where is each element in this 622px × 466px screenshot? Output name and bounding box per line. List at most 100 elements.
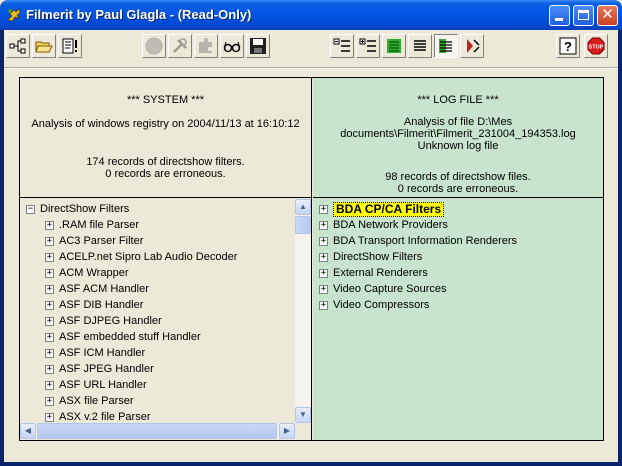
mixed-list-button[interactable] [434,34,458,58]
tree-node[interactable]: + ASF DJPEG Handler [20,313,311,329]
stop-button[interactable]: STOP [584,34,608,58]
black-list-icon [414,40,426,51]
green-black-list-icon [439,39,452,53]
expand-node-icon[interactable]: + [45,237,54,246]
tree-node[interactable]: + .RAM file Parser [20,217,311,233]
arrow-left-icon: ◀ [24,426,32,435]
record-button[interactable] [142,34,166,58]
expand-node-icon[interactable]: + [319,269,328,278]
arrow-right-icon: ▶ [283,426,291,435]
expand-node-icon[interactable]: + [45,269,54,278]
tree-node[interactable]: + BDA CP/CA Filters [313,201,603,217]
panes-container: *** SYSTEM *** Analysis of windows regis… [19,77,604,441]
system-vertical-scrollbar[interactable]: ▲ ▼ [295,199,311,423]
expand-all-button[interactable] [356,34,380,58]
log-records: 98 records of directshow files. [385,171,531,183]
expand-node-icon[interactable]: + [319,205,328,214]
tree-node-label: ASX file Parser [59,395,134,407]
help-button[interactable]: ? [556,34,580,58]
expand-node-icon[interactable]: + [45,317,54,326]
circle-disabled-icon [145,37,163,55]
help-icon: ? [559,37,577,55]
tree-node[interactable]: + ACELP.net Sipro Lab Audio Decoder [20,249,311,265]
arrow-up-icon: ▲ [299,202,307,211]
expand-node-icon[interactable]: + [45,221,54,230]
tree-node[interactable]: + ASX file Parser [20,393,311,409]
plugin-button[interactable] [194,34,218,58]
tree-node-label: External Renderers [333,267,428,279]
tree-node[interactable]: + ASF embedded stuff Handler [20,329,311,345]
tree-node[interactable]: + Video Compressors [313,297,603,313]
save-button[interactable] [246,34,270,58]
tree-node-label: BDA CP/CA Filters [333,202,445,217]
scroll-up-button[interactable]: ▲ [295,199,311,215]
filmerit-app-icon [7,8,21,22]
expand-node-icon[interactable]: + [45,301,54,310]
scroll-right-button[interactable]: ▶ [279,423,295,439]
stop-label: STOP [589,45,604,51]
title-bar[interactable]: Filmerit by Paul Glagla - (Read-Only) ✕ [0,0,622,30]
tree-node-label: ACELP.net Sipro Lab Audio Decoder [59,251,238,263]
system-info: *** SYSTEM *** Analysis of windows regis… [20,78,311,198]
tree-node[interactable]: + ASF JPEG Handler [20,361,311,377]
expand-node-icon[interactable]: + [45,397,54,406]
expand-node-icon[interactable]: + [319,285,328,294]
collapse-node-icon[interactable]: − [26,205,35,214]
floppy-save-icon [250,38,266,54]
tree-node-label: ASF DJPEG Handler [59,315,162,327]
window-title: Filmerit by Paul Glagla - (Read-Only) [26,7,252,22]
tree-node[interactable]: + AC3 Parser Filter [20,233,311,249]
tree-node[interactable]: + ASF ICM Handler [20,345,311,361]
log-info: *** LOG FILE *** Analysis of file D:\Mes… [313,78,603,198]
scroll-left-button[interactable]: ◀ [20,423,36,439]
expand-node-icon[interactable]: + [319,253,328,262]
expand-node-icon[interactable]: + [45,365,54,374]
black-list-button[interactable] [408,34,432,58]
scroll-thumb[interactable] [295,216,311,234]
tree-node-label: ASF ICM Handler [59,347,146,359]
view-button[interactable] [220,34,244,58]
tools-icon [173,38,187,53]
expand-node-icon[interactable]: + [319,301,328,310]
minimize-button[interactable] [549,5,570,26]
scrollbar-corner [295,423,311,439]
tree-node[interactable]: + ASF DIB Handler [20,297,311,313]
expand-node-icon[interactable]: + [45,285,54,294]
expand-node-icon[interactable]: + [45,333,54,342]
log-pane: *** LOG FILE *** Analysis of file D:\Mes… [313,78,603,440]
tree-node[interactable]: + DirectShow Filters [313,249,603,265]
report-button[interactable] [58,34,82,58]
expand-node-icon[interactable]: + [45,381,54,390]
expand-node-icon[interactable]: + [45,253,54,262]
tree-node-label: Video Capture Sources [333,283,447,295]
red-tool-button[interactable] [460,34,484,58]
tools-button[interactable] [168,34,192,58]
tree-view-button[interactable] [6,34,30,58]
close-button[interactable]: ✕ [597,5,618,26]
tree-node[interactable]: + ACM Wrapper [20,265,311,281]
tree-node[interactable]: + External Renderers [313,265,603,281]
horizontal-scroll-thumb[interactable] [37,423,277,439]
expand-node-icon[interactable]: + [319,237,328,246]
green-list-button[interactable] [382,34,406,58]
system-horizontal-scrollbar[interactable]: ◀ ▶ [20,423,295,439]
expand-node-icon[interactable]: + [319,221,328,230]
tree-node[interactable]: − DirectShow Filters [20,201,311,217]
tree-hierarchy-icon [9,38,26,54]
expand-node-icon[interactable]: + [45,413,54,422]
tree-node-label: DirectShow Filters [333,251,423,263]
tree-node[interactable]: + ASF URL Handler [20,377,311,393]
open-button[interactable] [32,34,56,58]
collapse-all-button[interactable] [330,34,354,58]
puzzle-icon [199,38,212,53]
scroll-down-button[interactable]: ▼ [295,407,311,423]
tree-node[interactable]: + BDA Network Providers [313,217,603,233]
tree-node[interactable]: + BDA Transport Information Renderers [313,233,603,249]
tree-node[interactable]: + Video Capture Sources [313,281,603,297]
maximize-button[interactable] [573,5,594,26]
tree-node-label: BDA Transport Information Renderers [333,235,518,247]
expand-node-icon[interactable]: + [45,349,54,358]
toolbar: ? STOP [4,30,618,66]
tree-node[interactable]: + ASF ACM Handler [20,281,311,297]
system-pane: *** SYSTEM *** Analysis of windows regis… [20,78,312,440]
